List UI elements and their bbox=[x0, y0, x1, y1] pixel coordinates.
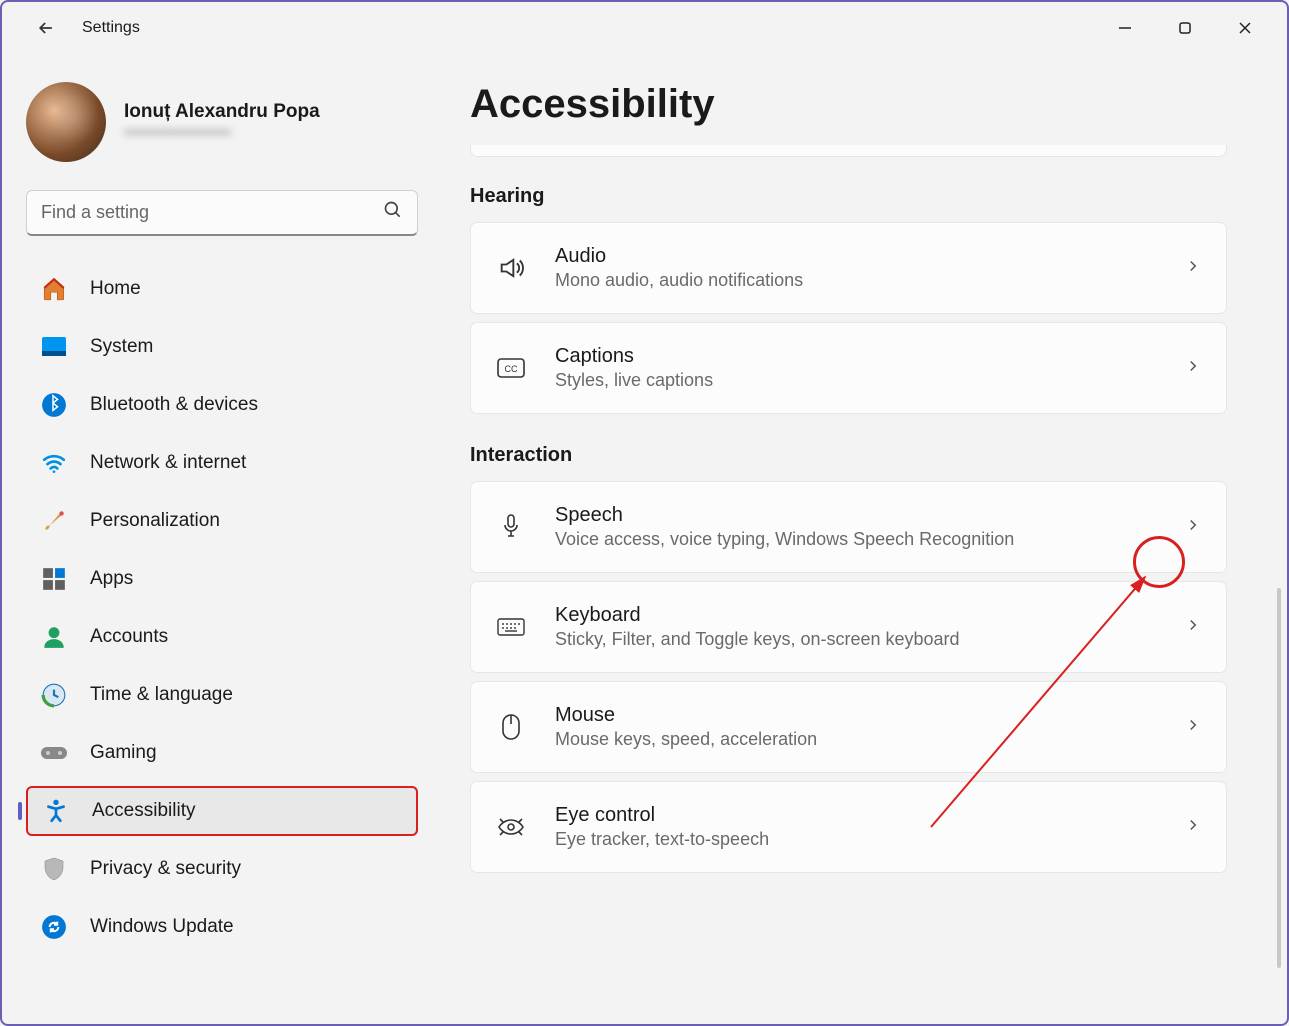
keyboard-icon bbox=[495, 616, 527, 638]
chevron-right-icon bbox=[1184, 257, 1202, 280]
sidebar-item-personalization[interactable]: Personalization bbox=[26, 496, 418, 546]
eye-icon bbox=[495, 815, 527, 839]
section-heading: Interaction bbox=[470, 444, 1227, 467]
sidebar-item-label: System bbox=[90, 336, 153, 358]
sidebar-item-label: Windows Update bbox=[90, 916, 234, 938]
system-icon bbox=[40, 333, 68, 361]
bluetooth-icon bbox=[40, 391, 68, 419]
sidebar-item-home[interactable]: Home bbox=[26, 264, 418, 314]
card-desc: Styles, live captions bbox=[555, 370, 1184, 391]
card-desc: Mono audio, audio notifications bbox=[555, 270, 1184, 291]
previous-section-edge bbox=[470, 145, 1227, 157]
chevron-right-icon bbox=[1184, 716, 1202, 739]
profile-email: •••••••••••••••••• bbox=[124, 123, 320, 143]
captions-icon: CC bbox=[495, 356, 527, 380]
sidebar-item-system[interactable]: System bbox=[26, 322, 418, 372]
sidebar-item-accessibility[interactable]: Accessibility bbox=[26, 786, 418, 836]
card-captions[interactable]: CC Captions Styles, live captions bbox=[470, 322, 1227, 414]
sidebar-item-label: Network & internet bbox=[90, 452, 246, 474]
search-input[interactable] bbox=[41, 202, 383, 223]
wifi-icon bbox=[40, 449, 68, 477]
card-desc: Mouse keys, speed, acceleration bbox=[555, 729, 1184, 750]
card-mouse[interactable]: Mouse Mouse keys, speed, acceleration bbox=[470, 681, 1227, 773]
sidebar-item-gaming[interactable]: Gaming bbox=[26, 728, 418, 778]
sidebar-item-label: Personalization bbox=[90, 510, 220, 532]
mouse-icon bbox=[495, 713, 527, 741]
back-button[interactable] bbox=[26, 8, 66, 48]
section-heading: Hearing bbox=[470, 185, 1227, 208]
microphone-icon bbox=[495, 513, 527, 541]
maximize-button[interactable] bbox=[1159, 8, 1211, 48]
titlebar: Settings bbox=[2, 2, 1287, 54]
sidebar-item-label: Home bbox=[90, 278, 141, 300]
sidebar-item-label: Accessibility bbox=[92, 800, 195, 822]
shield-icon bbox=[40, 855, 68, 883]
card-keyboard[interactable]: Keyboard Sticky, Filter, and Toggle keys… bbox=[470, 581, 1227, 673]
card-eye-control[interactable]: Eye control Eye tracker, text-to-speech bbox=[470, 781, 1227, 873]
sidebar-item-time[interactable]: Time & language bbox=[26, 670, 418, 720]
minimize-button[interactable] bbox=[1099, 8, 1151, 48]
card-desc: Sticky, Filter, and Toggle keys, on-scre… bbox=[555, 629, 1184, 650]
card-desc: Eye tracker, text-to-speech bbox=[555, 829, 1184, 850]
chevron-right-icon bbox=[1184, 516, 1202, 539]
sidebar-item-label: Time & language bbox=[90, 684, 233, 706]
app-title: Settings bbox=[82, 19, 140, 37]
search-icon bbox=[383, 200, 403, 225]
card-title: Keyboard bbox=[555, 604, 1184, 627]
chevron-right-icon bbox=[1184, 357, 1202, 380]
card-desc: Voice access, voice typing, Windows Spee… bbox=[555, 529, 1184, 550]
sidebar-item-network[interactable]: Network & internet bbox=[26, 438, 418, 488]
card-title: Speech bbox=[555, 504, 1184, 527]
section-interaction: Interaction Speech Voice access, voice t… bbox=[470, 444, 1227, 873]
sidebar-item-privacy[interactable]: Privacy & security bbox=[26, 844, 418, 894]
sidebar-item-label: Gaming bbox=[90, 742, 157, 764]
update-icon bbox=[40, 913, 68, 941]
avatar bbox=[26, 82, 106, 162]
nav-list: Home System Bluetooth & devices Network … bbox=[26, 264, 418, 952]
profile-block[interactable]: Ionuț Alexandru Popa •••••••••••••••••• bbox=[26, 78, 418, 190]
apps-icon bbox=[40, 565, 68, 593]
card-title: Mouse bbox=[555, 704, 1184, 727]
sidebar-item-label: Apps bbox=[90, 568, 133, 590]
card-title: Audio bbox=[555, 245, 1184, 268]
sidebar-item-accounts[interactable]: Accounts bbox=[26, 612, 418, 662]
card-audio[interactable]: Audio Mono audio, audio notifications bbox=[470, 222, 1227, 314]
clock-icon bbox=[40, 681, 68, 709]
sidebar-item-update[interactable]: Windows Update bbox=[26, 902, 418, 952]
card-title: Eye control bbox=[555, 804, 1184, 827]
brush-icon bbox=[40, 507, 68, 535]
sidebar-item-apps[interactable]: Apps bbox=[26, 554, 418, 604]
card-title: Captions bbox=[555, 345, 1184, 368]
search-box[interactable] bbox=[26, 190, 418, 236]
sidebar-item-label: Bluetooth & devices bbox=[90, 394, 258, 416]
sidebar-item-label: Privacy & security bbox=[90, 858, 241, 880]
profile-name: Ionuț Alexandru Popa bbox=[124, 101, 320, 123]
card-speech[interactable]: Speech Voice access, voice typing, Windo… bbox=[470, 481, 1227, 573]
speaker-icon bbox=[495, 254, 527, 282]
gamepad-icon bbox=[40, 739, 68, 767]
section-hearing: Hearing Audio Mono audio, audio notifica… bbox=[470, 185, 1227, 414]
main-content: Accessibility Hearing Audio Mono audio, … bbox=[430, 54, 1287, 1024]
sidebar-item-label: Accounts bbox=[90, 626, 168, 648]
close-button[interactable] bbox=[1219, 8, 1271, 48]
page-title: Accessibility bbox=[470, 82, 1227, 127]
svg-text:CC: CC bbox=[505, 364, 518, 374]
home-icon bbox=[40, 275, 68, 303]
sidebar: Ionuț Alexandru Popa •••••••••••••••••• … bbox=[2, 54, 430, 1024]
person-icon bbox=[40, 623, 68, 651]
sidebar-item-bluetooth[interactable]: Bluetooth & devices bbox=[26, 380, 418, 430]
chevron-right-icon bbox=[1184, 816, 1202, 839]
chevron-right-icon bbox=[1184, 616, 1202, 639]
accessibility-icon bbox=[42, 797, 70, 825]
scrollbar[interactable] bbox=[1277, 588, 1281, 968]
